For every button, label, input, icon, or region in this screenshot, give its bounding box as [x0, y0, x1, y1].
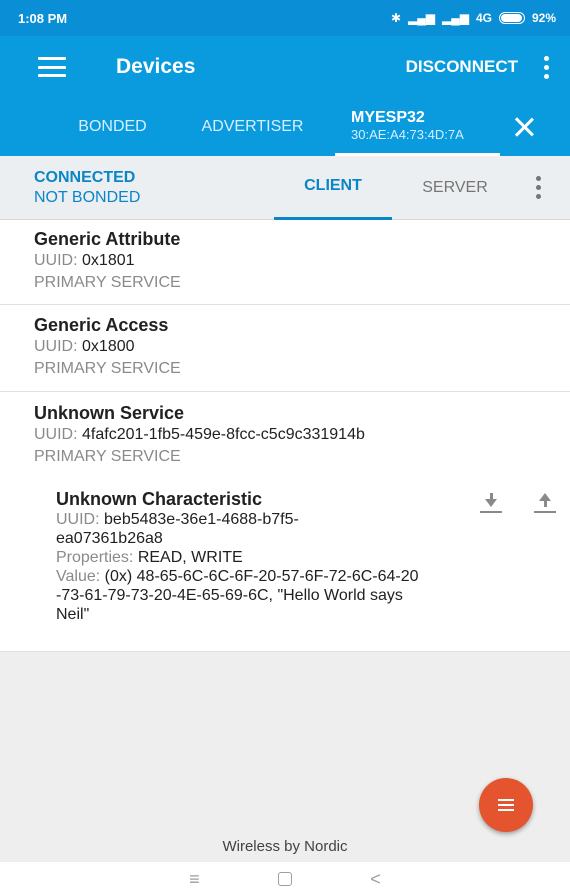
- status-time: 1:08 PM: [18, 10, 68, 26]
- characteristic-value-part3: Neil": [56, 606, 90, 623]
- home-icon[interactable]: [277, 872, 292, 886]
- characteristic-name: Unknown Characteristic: [56, 489, 263, 509]
- tab-bonded[interactable]: BONDED: [45, 118, 180, 136]
- signal-icon-2: ▂▄▆: [441, 11, 469, 25]
- network-type: 4G: [475, 11, 492, 25]
- recents-icon[interactable]: ≡: [189, 869, 200, 890]
- service-uuid: 0x1800: [82, 338, 135, 355]
- uuid-label: UUID:: [34, 426, 78, 443]
- connection-state: CONNECTED: [34, 168, 136, 186]
- characteristic-uuid-part2: ea07361b26a8: [56, 530, 163, 547]
- back-icon[interactable]: <: [370, 869, 381, 890]
- log-fab-button[interactable]: [479, 778, 533, 832]
- log-icon: [498, 799, 514, 811]
- service-uuid: 0x1801: [82, 252, 135, 269]
- service-item[interactable]: Generic Attribute UUID: 0x1801 PRIMARY S…: [0, 228, 570, 305]
- service-type: PRIMARY SERVICE: [34, 360, 181, 377]
- service-uuid: 4fafc201-1fb5-459e-8fcc-c5c9c331914b: [82, 426, 365, 443]
- device-name: MYESP32: [351, 109, 425, 126]
- characteristic-uuid-part1: beb5483e-36e1-4688-b7f5-: [104, 511, 299, 528]
- uuid-label: UUID:: [56, 511, 100, 528]
- footer-text: Wireless by Nordic: [222, 838, 348, 855]
- device-tabs: BONDED ADVERTISER MYESP32 30:AE:A4:73:4D…: [0, 98, 570, 156]
- status-bar: 1:08 PM ✱ ▂▄▆ ▂▄▆ 4G 92%: [0, 0, 570, 36]
- app-bar: Devices DISCONNECT: [0, 36, 570, 98]
- characteristic-properties: READ, WRITE: [137, 549, 243, 566]
- characteristic-value-part2: -73-61-79-73-20-4E-65-69-6C, "Hello Worl…: [56, 587, 403, 604]
- battery-percent: 92%: [531, 11, 556, 25]
- tab-device[interactable]: MYESP32 30:AE:A4:73:4D:7A: [335, 98, 500, 156]
- characteristic-item[interactable]: Unknown Characteristic UUID: beb5483e-36…: [56, 488, 536, 624]
- service-type: PRIMARY SERVICE: [34, 448, 181, 465]
- service-name: Generic Attribute: [34, 229, 181, 249]
- tab-advertiser[interactable]: ADVERTISER: [180, 118, 325, 136]
- battery-icon: [498, 12, 525, 24]
- uuid-label: UUID:: [34, 252, 78, 269]
- write-icon[interactable]: [534, 493, 556, 517]
- service-type: PRIMARY SERVICE: [34, 274, 181, 291]
- bluetooth-icon: ✱: [390, 11, 402, 25]
- status-icons: ✱ ▂▄▆ ▂▄▆ 4G 92%: [391, 11, 556, 25]
- read-icon[interactable]: [480, 493, 502, 517]
- page-title: Devices: [116, 55, 196, 78]
- empty-area: [0, 652, 570, 862]
- bond-state: NOT BONDED: [34, 188, 141, 206]
- overflow-menu-icon[interactable]: [544, 55, 550, 79]
- characteristic-value-part1: (0x) 48-65-6C-6C-6F-20-57-6F-72-6C-64-20: [104, 568, 419, 585]
- properties-label: Properties:: [56, 549, 134, 566]
- uuid-label: UUID:: [34, 338, 78, 355]
- service-item[interactable]: Generic Access UUID: 0x1800 PRIMARY SERV…: [0, 314, 570, 392]
- value-label: Value:: [56, 568, 101, 585]
- signal-icon: ▂▄▆: [408, 11, 435, 25]
- close-icon[interactable]: [514, 117, 534, 137]
- menu-icon[interactable]: [38, 57, 66, 77]
- device-mac: 30:AE:A4:73:4D:7A: [351, 127, 464, 142]
- more-options-icon[interactable]: [536, 176, 541, 199]
- service-name: Generic Access: [34, 315, 169, 335]
- tab-client[interactable]: CLIENT: [274, 156, 392, 220]
- connection-subheader: CONNECTED NOT BONDED CLIENT SERVER: [0, 156, 570, 220]
- disconnect-button[interactable]: DISCONNECT: [406, 57, 518, 77]
- system-nav-bar: ≡ <: [0, 862, 570, 896]
- connection-status: CONNECTED NOT BONDED: [34, 168, 274, 208]
- tab-server[interactable]: SERVER: [396, 156, 514, 220]
- service-name: Unknown Service: [34, 403, 185, 423]
